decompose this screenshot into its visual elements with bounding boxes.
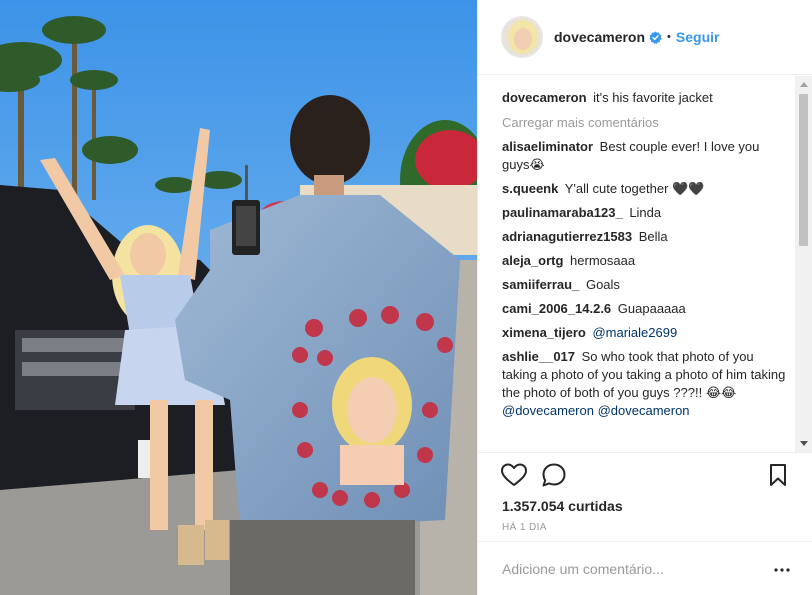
scroll-up-arrow-icon[interactable]: [795, 76, 812, 93]
comment-input[interactable]: [502, 559, 752, 579]
comments-list[interactable]: dovecameron it's his favorite jacket Car…: [478, 76, 812, 452]
post-caption: dovecameron it's his favorite jacket: [502, 89, 787, 107]
comment-username[interactable]: cami_2006_14.2.6: [502, 301, 611, 316]
photo-illustration: [0, 0, 477, 595]
comment-item: s.queenk Y'all cute together 🖤🖤: [502, 180, 787, 198]
comment-text: Y'all cute together 🖤🖤: [564, 181, 705, 196]
comment-item: aleja_ortg hermosaaa: [502, 252, 787, 270]
comment-item: ximena_tijero @mariale2699: [502, 324, 787, 342]
comment-username[interactable]: paulinamaraba123_: [502, 205, 623, 220]
comment-item: alisaeliminator Best couple ever! I love…: [502, 138, 787, 174]
post-header: dovecameron • Seguir: [478, 0, 812, 75]
comment-username[interactable]: adrianagutierrez1583: [502, 229, 632, 244]
comment-username[interactable]: ashlie__017: [502, 349, 575, 364]
comment-username[interactable]: aleja_ortg: [502, 253, 563, 268]
comment-item: samiiferrau_ Goals: [502, 276, 787, 294]
post-username[interactable]: dovecameron: [554, 29, 645, 45]
post-side-panel: dovecameron • Seguir dovecameron it's hi…: [477, 0, 812, 595]
add-comment-section: [478, 541, 812, 595]
comment-username[interactable]: alisaeliminator: [502, 139, 593, 154]
scrollbar-thumb[interactable]: [799, 94, 808, 246]
scroll-down-arrow-icon[interactable]: [795, 435, 812, 452]
comments-scrollbar[interactable]: [795, 76, 812, 452]
caption-text: it's his favorite jacket: [593, 90, 713, 105]
load-more-comments-button[interactable]: Carregar mais comentários: [502, 115, 787, 130]
comment-item: paulinamaraba123_ Linda: [502, 204, 787, 222]
comment-bubble-icon[interactable]: [540, 461, 568, 489]
comment-item: cami_2006_14.2.6 Guapaaaaa: [502, 300, 787, 318]
follow-button[interactable]: Seguir: [676, 29, 720, 45]
comment-text: Goals: [585, 277, 620, 292]
comment-mention[interactable]: @mariale2699: [592, 325, 677, 340]
action-bar: [500, 461, 800, 489]
more-options-icon[interactable]: [773, 562, 791, 578]
comment-text: hermosaaa: [570, 253, 636, 268]
comment-item: adrianagutierrez1583 Bella: [502, 228, 787, 246]
bookmark-icon[interactable]: [764, 461, 792, 489]
verified-badge-icon: [649, 30, 662, 44]
comment-text: Bella: [638, 229, 668, 244]
likes-count[interactable]: 1.357.054 curtidas: [502, 498, 623, 514]
comment-item: ashlie__017 So who took that photo of yo…: [502, 348, 787, 420]
comment-username[interactable]: s.queenk: [502, 181, 558, 196]
comment-mention[interactable]: @dovecameron @dovecameron: [502, 403, 690, 418]
separator-dot: •: [667, 31, 671, 43]
comment-username[interactable]: samiiferrau_: [502, 277, 579, 292]
post-photo[interactable]: [0, 0, 477, 595]
comment-username[interactable]: ximena_tijero: [502, 325, 586, 340]
comment-text: Guapaaaaa: [617, 301, 686, 316]
comment-text: Linda: [629, 205, 662, 220]
heart-icon[interactable]: [500, 461, 528, 489]
post-actions: 1.357.054 curtidas HÁ 1 DIA: [478, 452, 812, 582]
caption-username[interactable]: dovecameron: [502, 90, 587, 105]
avatar[interactable]: [501, 16, 543, 58]
post-timestamp: HÁ 1 DIA: [502, 522, 547, 533]
